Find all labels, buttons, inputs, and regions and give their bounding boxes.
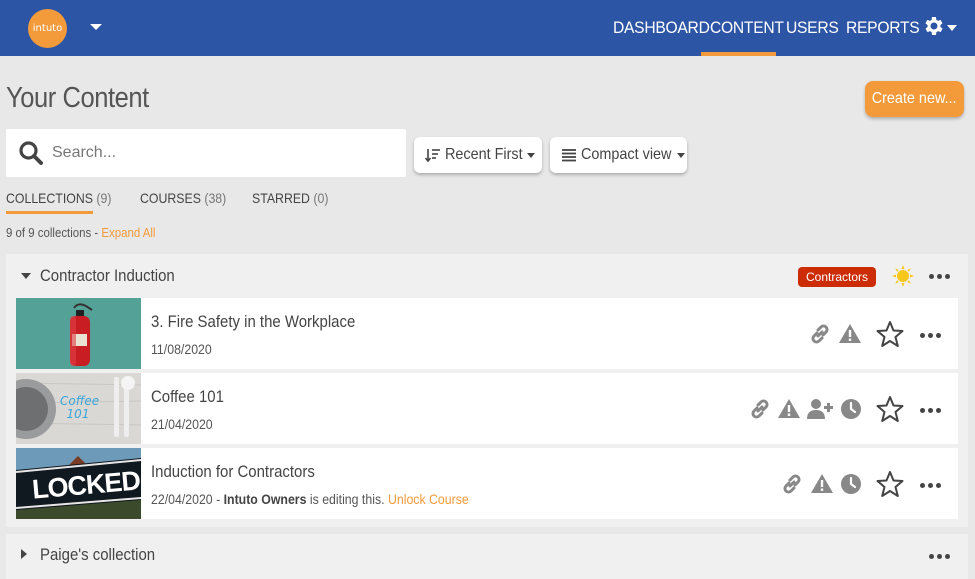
tab-count: (9): [96, 190, 112, 206]
editing-text: is editing this.: [306, 491, 388, 507]
collection-panel: Contractor Induction Contractors 3. Fire…: [6, 254, 968, 527]
link-icon[interactable]: [808, 322, 832, 346]
gear-icon[interactable]: [921, 14, 945, 38]
collapse-caret-icon[interactable]: [21, 273, 31, 279]
intuto-logo[interactable]: intuto: [28, 9, 67, 48]
warning-icon[interactable]: [810, 472, 834, 496]
nav-reports[interactable]: REPORTS: [846, 0, 920, 56]
collection-header[interactable]: Paige's collection: [6, 534, 968, 576]
sort-icon: [425, 149, 440, 163]
tab-label: COLLECTIONS: [6, 190, 93, 206]
add-user-icon[interactable]: [807, 397, 833, 421]
view-mode-dropdown[interactable]: Compact view: [550, 137, 687, 173]
more-options-icon[interactable]: [929, 274, 953, 280]
sun-icon: [892, 265, 914, 287]
group-badge: Contractors: [798, 267, 876, 287]
tab-label: STARRED: [251, 190, 310, 206]
course-date: 22/04/2020: [151, 491, 213, 507]
logo-text: intuto: [32, 23, 63, 34]
collection-header[interactable]: Contractor Induction Contractors: [6, 254, 968, 296]
course-date: 21/04/2020: [151, 416, 213, 432]
nav-content[interactable]: CONTENT: [710, 0, 784, 56]
expand-all-link[interactable]: Expand All: [101, 225, 155, 240]
tab-count: (0): [313, 190, 329, 206]
view-label: Compact view: [581, 146, 672, 163]
expand-caret-icon[interactable]: [21, 549, 27, 559]
course-title[interactable]: Induction for Contractors: [151, 462, 315, 482]
link-icon[interactable]: [780, 472, 804, 496]
tab-label: COURSES: [139, 190, 201, 206]
more-options-icon[interactable]: [929, 554, 953, 560]
editor-name: Intuto Owners: [223, 491, 307, 507]
list-icon: [562, 149, 576, 162]
collection-title[interactable]: Contractor Induction: [40, 266, 175, 286]
clock-icon[interactable]: [839, 397, 863, 421]
create-new-label: Create new...: [872, 90, 957, 107]
create-new-button[interactable]: Create new...: [865, 81, 964, 117]
warning-icon[interactable]: [838, 322, 862, 346]
settings-caret-icon[interactable]: [947, 25, 957, 31]
top-navbar: intuto DASHBOARD CONTENT USERS REPORTS: [0, 0, 975, 56]
nav-active-indicator: [701, 52, 776, 56]
star-icon[interactable]: [876, 395, 904, 423]
collection-panel: Paige's collection: [6, 534, 968, 579]
tab-starred[interactable]: STARRED (0): [252, 190, 328, 214]
sort-dropdown[interactable]: Recent First: [414, 137, 542, 173]
collections-summary: 9 of 9 collections - Expand All: [6, 225, 155, 240]
chevron-down-icon: [527, 152, 536, 158]
search-input[interactable]: [52, 129, 392, 177]
collection-title[interactable]: Paige's collection: [40, 545, 155, 565]
course-row[interactable]: LOCKED Induction for Contractors 22/04/2…: [16, 448, 958, 519]
course-date: 11/08/2020: [151, 341, 212, 357]
account-switcher-caret-icon[interactable]: [90, 24, 102, 30]
search-icon: [19, 141, 43, 165]
link-icon[interactable]: [748, 397, 772, 421]
nav-dashboard[interactable]: DASHBOARD: [613, 0, 710, 56]
tab-courses[interactable]: COURSES (38): [140, 190, 226, 214]
clock-icon[interactable]: [839, 472, 863, 496]
star-icon[interactable]: [876, 470, 904, 498]
page-title: Your Content: [6, 82, 149, 114]
tab-count: (38): [204, 190, 227, 206]
separator: -: [212, 491, 224, 507]
search-box: [6, 129, 406, 177]
course-status: 22/04/2020 - Intuto Owners is editing th…: [151, 491, 469, 507]
more-options-icon[interactable]: [920, 408, 944, 414]
tab-active-indicator: [6, 211, 93, 214]
locked-thumbnail: LOCKED: [16, 448, 141, 519]
course-title[interactable]: 3. Fire Safety in the Workplace: [151, 312, 355, 332]
fire-extinguisher-thumbnail: [16, 298, 141, 369]
more-options-icon[interactable]: [920, 483, 944, 489]
course-title[interactable]: Coffee 101: [151, 387, 224, 407]
course-row[interactable]: Coffee 101 Coffee 101 21/04/2020: [16, 373, 958, 444]
coffee-thumb-text: Coffee 101: [60, 394, 100, 421]
unlock-course-link[interactable]: Unlock Course: [388, 491, 469, 507]
nav-users[interactable]: USERS: [786, 0, 839, 56]
sort-label: Recent First: [445, 146, 523, 163]
course-row[interactable]: 3. Fire Safety in the Workplace 11/08/20…: [16, 298, 958, 369]
summary-text: 9 of 9 collections -: [6, 225, 102, 240]
star-icon[interactable]: [876, 320, 904, 348]
chevron-down-icon: [677, 152, 686, 158]
coffee-thumbnail: Coffee 101: [16, 373, 141, 444]
more-options-icon[interactable]: [920, 333, 944, 339]
warning-icon[interactable]: [777, 397, 801, 421]
